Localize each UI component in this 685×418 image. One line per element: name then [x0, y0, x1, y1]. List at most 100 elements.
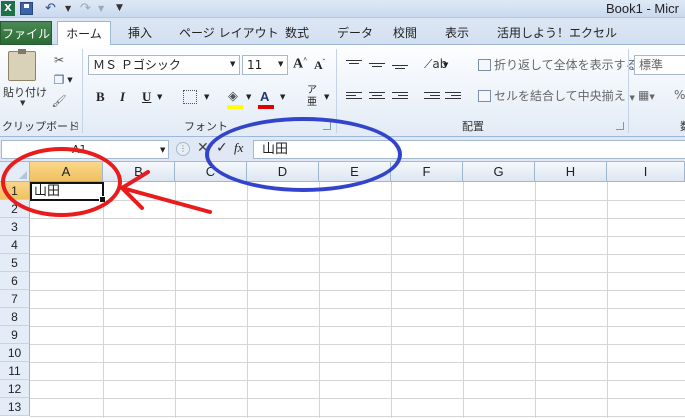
gridline	[30, 344, 685, 345]
row-header-10[interactable]: 10	[0, 344, 30, 362]
excel-logo-icon[interactable]: X	[1, 1, 15, 16]
tab-view[interactable]: 表示	[445, 21, 469, 45]
align-bottom-icon[interactable]	[392, 65, 408, 77]
tab-formulas[interactable]: 数式	[285, 21, 309, 45]
quick-access-customize-icon[interactable]: ▼	[116, 1, 123, 16]
text-orientation-dropdown-icon[interactable]: ▼	[443, 61, 448, 69]
formula-bar-resize-icon[interactable]: ⋮	[176, 142, 190, 156]
tab-home[interactable]: ホーム	[57, 21, 111, 46]
title-bar: X ↶ ▼ ↷ ▼ ▼ Book1 - Micr	[0, 0, 685, 18]
decrease-indent-icon[interactable]	[424, 92, 440, 104]
gridline	[30, 290, 685, 291]
grow-font-button[interactable]: A^	[293, 56, 307, 73]
paste-dropdown-icon[interactable]: ▼	[20, 99, 25, 107]
row-header-8[interactable]: 8	[0, 308, 30, 326]
column-header-g[interactable]: G	[463, 162, 535, 182]
merge-center-button[interactable]: セルを結合して中央揃え ▼	[478, 86, 635, 106]
align-middle-icon[interactable]	[369, 63, 385, 75]
row-header-12[interactable]: 12	[0, 380, 30, 398]
font-name-dropdown-icon[interactable]: ▼	[230, 60, 235, 68]
group-divider	[82, 49, 83, 133]
save-icon[interactable]	[20, 2, 33, 15]
align-top-icon[interactable]	[346, 60, 362, 72]
column-header-f[interactable]: F	[391, 162, 463, 182]
clipboard-group-label: クリップボード	[2, 120, 79, 133]
group-divider	[628, 49, 629, 133]
tab-insert[interactable]: 挿入	[128, 21, 152, 45]
fill-color-dropdown-icon[interactable]: ▼	[246, 88, 251, 106]
gridline	[30, 380, 685, 381]
gridline	[30, 272, 685, 273]
column-header-i[interactable]: I	[607, 162, 685, 182]
wrap-text-button[interactable]: 折り返して全体を表示する	[478, 55, 638, 75]
row-header-4[interactable]: 4	[0, 236, 30, 254]
gridline	[30, 362, 685, 363]
tab-excel-tips[interactable]: 活用しよう！エクセル	[497, 21, 617, 45]
copy-dropdown-icon[interactable]: ▼	[66, 73, 74, 87]
italic-button[interactable]: I	[120, 88, 125, 106]
undo-icon[interactable]: ↶	[45, 1, 56, 16]
borders-dropdown-icon[interactable]: ▼	[204, 88, 209, 106]
row-header-13[interactable]: 13	[0, 398, 30, 416]
gridline	[30, 398, 685, 399]
align-left-icon[interactable]	[346, 92, 362, 104]
name-box-dropdown-icon[interactable]: ▼	[160, 146, 165, 154]
fill-color-icon[interactable]: ◈	[228, 88, 238, 106]
redo-dropdown-icon[interactable]: ▼	[98, 1, 104, 16]
font-size-dropdown-icon[interactable]: ▼	[278, 60, 283, 68]
gridline	[30, 218, 685, 219]
wrap-text-icon	[478, 59, 491, 71]
tab-page-layout[interactable]: ページ レイアウト	[179, 21, 279, 45]
annotation-red-arrow	[120, 170, 212, 214]
cut-icon[interactable]: ✂	[51, 53, 67, 67]
underline-button[interactable]: U	[142, 88, 151, 106]
currency-format-icon[interactable]: ▦▼	[638, 88, 655, 102]
tab-data[interactable]: データ	[337, 21, 373, 45]
window-title: Book1 - Micr	[606, 1, 679, 16]
align-right-icon[interactable]	[392, 92, 408, 104]
bold-button[interactable]: B	[96, 88, 105, 106]
merge-center-icon	[478, 90, 491, 102]
row-header-11[interactable]: 11	[0, 362, 30, 380]
borders-icon[interactable]	[183, 90, 197, 104]
align-center-icon[interactable]	[369, 92, 385, 104]
row-header-9[interactable]: 9	[0, 326, 30, 344]
phonetic-top-label: ア	[307, 85, 317, 96]
undo-dropdown-icon[interactable]: ▼	[65, 1, 71, 16]
font-name-combobox[interactable]: ＭＳ Ｐゴシック	[88, 55, 240, 75]
wrap-text-label: 折り返して全体を表示する	[494, 58, 638, 72]
font-color-dropdown-icon[interactable]: ▼	[280, 88, 285, 106]
copy-icon[interactable]: ❐	[51, 73, 67, 87]
number-format-combobox[interactable]: 標準	[634, 55, 685, 75]
row-header-5[interactable]: 5	[0, 254, 30, 272]
merge-center-label: セルを結合して中央揃え	[494, 89, 626, 103]
tab-review[interactable]: 校閲	[393, 21, 417, 45]
row-header-3[interactable]: 3	[0, 218, 30, 236]
shrink-font-button[interactable]: Aˇ	[314, 58, 325, 73]
annotation-red-ellipse	[1, 147, 122, 217]
underline-dropdown-icon[interactable]: ▼	[157, 88, 162, 106]
gridline	[30, 254, 685, 255]
clipboard-launcher-icon[interactable]	[70, 122, 78, 130]
fill-color-swatch	[227, 105, 243, 109]
phonetic-bottom-label: 亜	[307, 97, 317, 108]
alignment-group-label: 配置	[462, 120, 484, 133]
phonetic-guide-icon[interactable]: ア亜	[305, 85, 319, 108]
redo-icon[interactable]: ↷	[80, 1, 91, 16]
alignment-launcher-icon[interactable]	[616, 122, 624, 130]
gridline	[30, 308, 685, 309]
increase-indent-icon[interactable]	[445, 92, 461, 104]
format-painter-icon[interactable]: 🖌	[51, 94, 67, 108]
font-color-button[interactable]: A	[260, 88, 269, 106]
paste-button-label[interactable]: 貼り付け	[3, 84, 47, 100]
row-header-7[interactable]: 7	[0, 290, 30, 308]
tab-file[interactable]: ファイル	[0, 21, 52, 45]
annotation-blue-ellipse	[205, 117, 402, 192]
paste-icon[interactable]	[8, 49, 36, 81]
row-header-6[interactable]: 6	[0, 272, 30, 290]
grow-font-label: A	[293, 56, 304, 72]
percent-style-button[interactable]: %	[674, 88, 685, 102]
phonetic-dropdown-icon[interactable]: ▼	[324, 88, 329, 106]
ribbon-tab-bar: ファイル ホーム 挿入 ページ レイアウト 数式 データ 校閲 表示 活用しよう…	[0, 18, 685, 46]
column-header-h[interactable]: H	[535, 162, 607, 182]
